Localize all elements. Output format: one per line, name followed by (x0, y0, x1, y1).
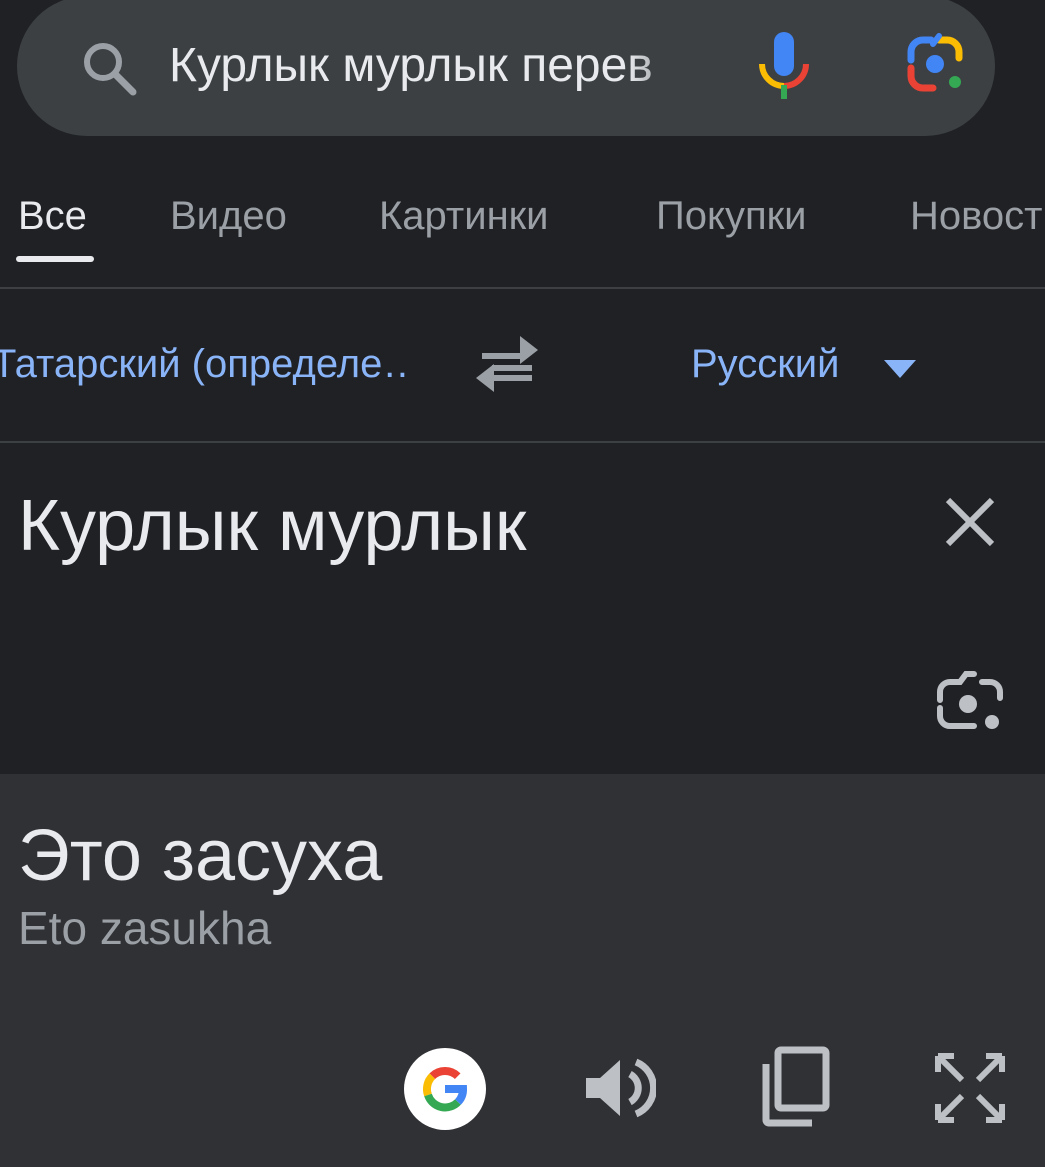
language-bar-divider (0, 441, 1045, 443)
source-text-panel: Курлык мурлык (0, 444, 1045, 774)
search-icon[interactable] (77, 36, 141, 100)
source-text-input[interactable]: Курлык мурлык (18, 484, 526, 568)
open-in-google-translate-button[interactable] (404, 1048, 486, 1130)
swap-languages-icon[interactable] (472, 334, 542, 394)
target-language-select[interactable]: Русский (691, 338, 839, 390)
camera-translate-icon[interactable] (932, 670, 1008, 740)
tab-all[interactable]: Все (18, 192, 87, 240)
search-tabs: Все Видео Картинки Покупки Новост (0, 136, 1045, 288)
tab-video[interactable]: Видео (170, 192, 287, 240)
google-logo-icon (422, 1066, 467, 1112)
active-tab-indicator (16, 256, 94, 262)
tab-images[interactable]: Картинки (379, 192, 549, 240)
translation-panel: Это засуха Eto zasukha (0, 774, 1045, 1167)
translation-text: Это засуха (18, 816, 383, 896)
transliteration-text: Eto zasukha (18, 902, 272, 954)
tab-news[interactable]: Новост (910, 192, 1043, 240)
google-lens-icon[interactable] (885, 30, 981, 102)
tabs-divider (0, 287, 1045, 289)
speaker-icon[interactable] (580, 1052, 656, 1124)
language-bar: Татарский (определе… Русский (0, 290, 1045, 442)
copy-icon[interactable] (756, 1046, 832, 1128)
search-bar[interactable]: Курлык мурлык перев (17, 0, 995, 136)
search-input[interactable]: Курлык мурлык перев (169, 34, 709, 98)
close-icon[interactable] (938, 490, 1002, 554)
fullscreen-icon[interactable] (932, 1050, 1008, 1126)
mic-icon[interactable] (744, 30, 824, 102)
dropdown-arrow-icon[interactable] (878, 356, 922, 384)
tab-shopping[interactable]: Покупки (656, 192, 806, 240)
source-language-select[interactable]: Татарский (определе… (0, 338, 412, 390)
